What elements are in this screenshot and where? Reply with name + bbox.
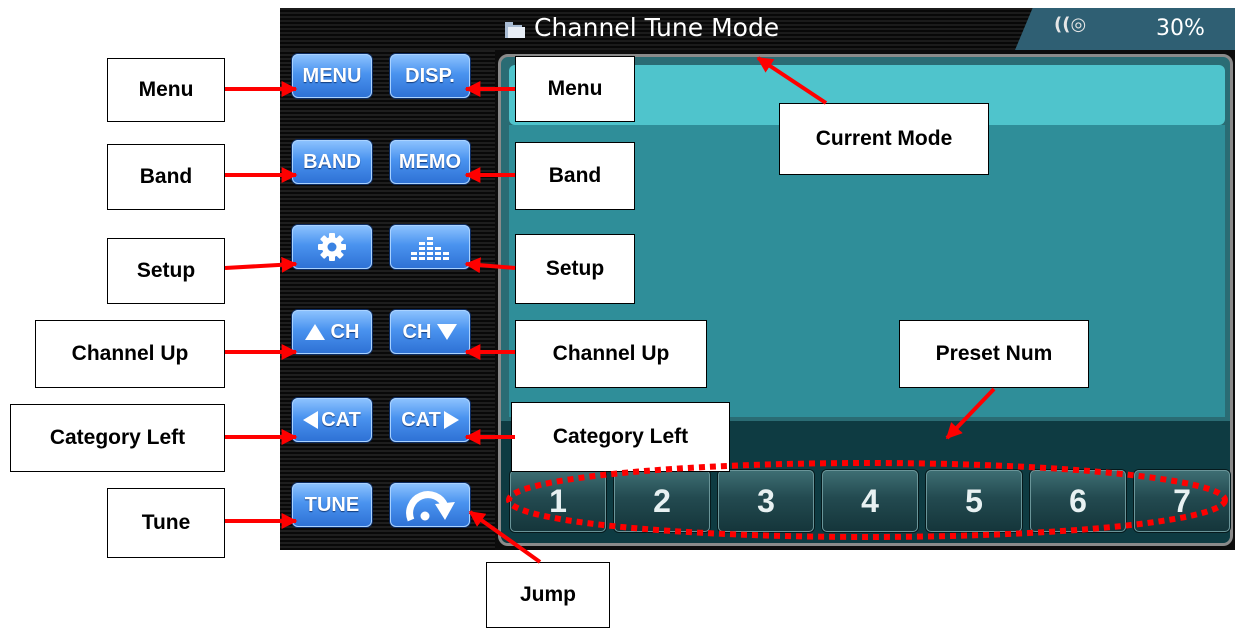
arrow-jump [468,510,542,564]
preset-highlight-ellipse [506,460,1228,540]
arrow-current-mode [756,56,828,105]
arrow-setup-right [464,257,516,274]
arrow-setup-left [224,256,298,273]
annotation-arrows [224,56,1228,564]
arrow-preset-num [945,387,996,440]
